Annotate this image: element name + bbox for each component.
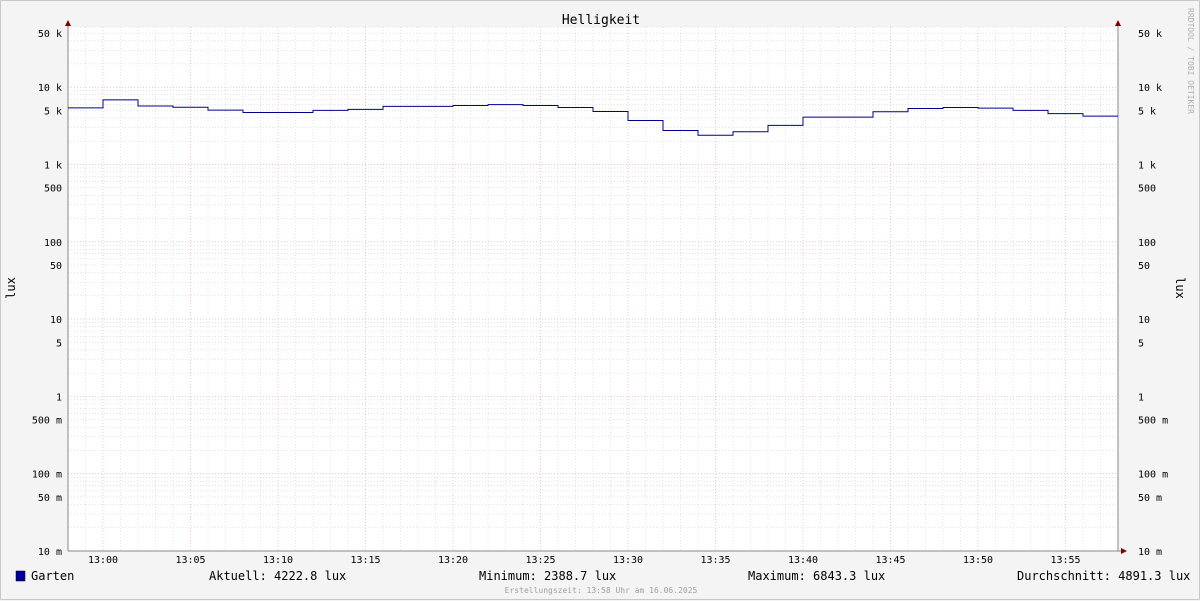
y-axis-left-arrow: [65, 20, 71, 26]
y-tick-label-left: 5: [56, 338, 62, 349]
y-tick-label-left: 10: [50, 315, 62, 326]
x-tick-label: 13:00: [88, 555, 118, 566]
x-tick-label: 13:50: [963, 555, 993, 566]
x-tick-label: 13:25: [525, 555, 555, 566]
y-tick-label-right: 5 k: [1138, 106, 1156, 117]
y-tick-label-left: 100 m: [32, 470, 62, 481]
y-axis-label-right: lux: [1173, 277, 1187, 299]
legend-aktuell: Aktuell: 4222.8 lux: [209, 569, 346, 583]
y-tick-label-right: 10 m: [1138, 547, 1162, 558]
chart-frame: 50 k 10 k 5 k 1 k 500 100 50 10 5 1 500 m 100 m 50 m…: [0, 0, 1200, 600]
footer-timestamp: Erstellungszeit: 13:58 Uhr am 16.06.2025: [505, 586, 698, 595]
y-tick-label-left: 50 k: [38, 29, 62, 40]
x-tick-label: 13:35: [700, 555, 730, 566]
y-tick-label-left: 50 m: [38, 493, 62, 504]
legend-durchschnitt: Durchschnitt: 4891.3 lux: [1017, 569, 1190, 583]
y-tick-label-right: 10 k: [1138, 83, 1162, 94]
x-tick-label: 13:45: [875, 555, 905, 566]
x-tick-label: 13:40: [788, 555, 818, 566]
legend-maximum: Maximum: 6843.3 lux: [748, 569, 885, 583]
x-tick-label: 13:10: [263, 555, 293, 566]
y-axis-label-left: lux: [4, 277, 18, 299]
y-tick-label-left: 100: [44, 238, 62, 249]
y-tick-label-left: 1: [56, 392, 62, 403]
y-axis-left-labels: 50 k 10 k 5 k 1 k 500 100 50 10 5 1 500 m 100 m 50 m…: [32, 29, 62, 558]
x-tick-label: 13:55: [1050, 555, 1080, 566]
x-axis-arrow: [1121, 548, 1127, 554]
y-tick-label-right: 100 m: [1138, 470, 1168, 481]
x-axis-labels: 13:00 13:05 13:10 13:15 13:20 13:25 13:30 13:35…: [88, 555, 1081, 566]
y-tick-label-right: 50 m: [1138, 493, 1162, 504]
chart-svg: 50 k 10 k 5 k 1 k 500 100 50 10 5 1 500 m 100 m 50 m…: [4, 8, 1195, 595]
y-tick-label-left: 10 m: [38, 547, 62, 558]
y-tick-label-left: 5 k: [44, 106, 62, 117]
x-tick-label: 13:30: [613, 555, 643, 566]
x-tick-label: 13:20: [438, 555, 468, 566]
y-tick-label-right: 50: [1138, 261, 1150, 272]
y-tick-label-left: 10 k: [38, 83, 62, 94]
x-tick-label: 13:05: [175, 555, 205, 566]
y-tick-label-left: 500: [44, 184, 62, 195]
y-tick-label-right: 5: [1138, 338, 1144, 349]
legend-series-name: Garten: [31, 569, 74, 583]
y-axis-right-labels: 50 k 10 k 5 k 1 k 500 100 50 10 5 1 500 m 100 m 50 m…: [1138, 29, 1168, 558]
x-tick-label: 13:15: [350, 555, 380, 566]
y-tick-label-left: 50: [50, 261, 62, 272]
legend-minimum: Minimum: 2388.7 lux: [479, 569, 616, 583]
watermark: RRDTOOL / TOBI OETIKER: [1186, 8, 1195, 114]
y-tick-label-right: 100: [1138, 238, 1156, 249]
legend-swatch-garten: [15, 570, 26, 582]
y-tick-label-right: 1 k: [1138, 160, 1156, 171]
y-tick-label-left: 500 m: [32, 416, 62, 427]
y-tick-label-right: 10: [1138, 315, 1150, 326]
chart-title: Helligkeit: [562, 13, 640, 28]
y-tick-label-right: 500 m: [1138, 416, 1168, 427]
y-tick-label-left: 1 k: [44, 160, 62, 171]
y-tick-label-right: 500: [1138, 184, 1156, 195]
y-tick-label-right: 1: [1138, 392, 1144, 403]
y-tick-label-right: 50 k: [1138, 29, 1162, 40]
y-axis-right-arrow: [1115, 20, 1121, 26]
